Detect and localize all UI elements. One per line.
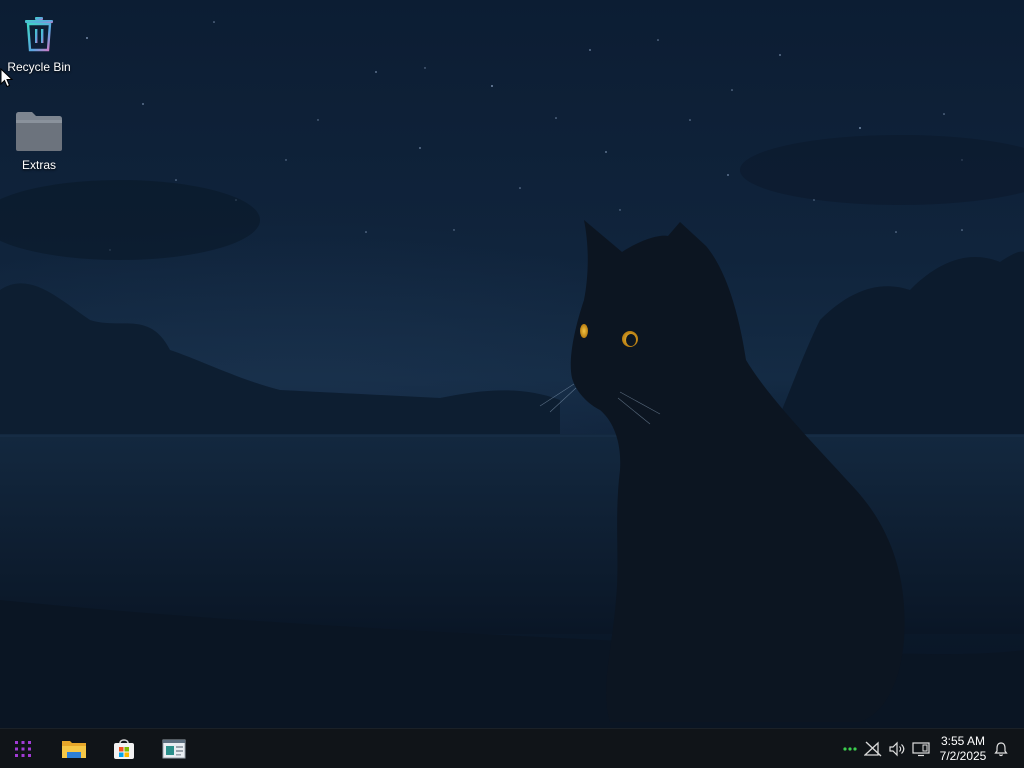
desktop-icon-recycle-bin[interactable]: Recycle Bin bbox=[0, 8, 78, 74]
taskbar-app-button[interactable] bbox=[157, 733, 191, 765]
desktop-icon-extras-folder[interactable]: Extras bbox=[0, 106, 78, 172]
notification-button[interactable] bbox=[990, 737, 1012, 761]
tray-network-button[interactable] bbox=[862, 737, 884, 761]
bell-icon bbox=[994, 742, 1008, 757]
app-window-icon bbox=[162, 739, 186, 759]
recycle-bin-icon bbox=[14, 8, 64, 58]
desktop-icon-label: Recycle Bin bbox=[7, 60, 71, 74]
network-disconnected-icon bbox=[864, 741, 882, 757]
apps-grid-icon bbox=[15, 741, 31, 757]
taskbar-file-explorer-button[interactable] bbox=[57, 733, 91, 765]
speaker-icon bbox=[889, 741, 905, 757]
tray-volume-button[interactable] bbox=[886, 737, 908, 761]
start-button[interactable] bbox=[6, 733, 40, 765]
clock-time: 3:55 AM bbox=[940, 734, 986, 748]
mouse-cursor-icon bbox=[0, 68, 14, 88]
store-icon bbox=[114, 739, 134, 759]
tray-display-button[interactable] bbox=[910, 737, 932, 761]
desktop[interactable]: Recycle Bin Extras bbox=[0, 0, 1024, 728]
folder-icon bbox=[14, 106, 64, 156]
file-explorer-icon bbox=[62, 741, 86, 758]
wallpaper-image bbox=[0, 21, 1024, 728]
taskbar: 3:55 AM 7/2/2025 bbox=[0, 728, 1024, 768]
tray-overflow-button[interactable] bbox=[839, 737, 861, 761]
more-dots-icon bbox=[843, 747, 857, 751]
display-icon bbox=[912, 742, 930, 757]
desktop-icon-label: Extras bbox=[21, 158, 56, 172]
clock-date: 7/2/2025 bbox=[939, 749, 987, 763]
taskbar-clock[interactable]: 3:55 AM 7/2/2025 bbox=[934, 733, 992, 765]
taskbar-store-button[interactable] bbox=[107, 733, 141, 765]
